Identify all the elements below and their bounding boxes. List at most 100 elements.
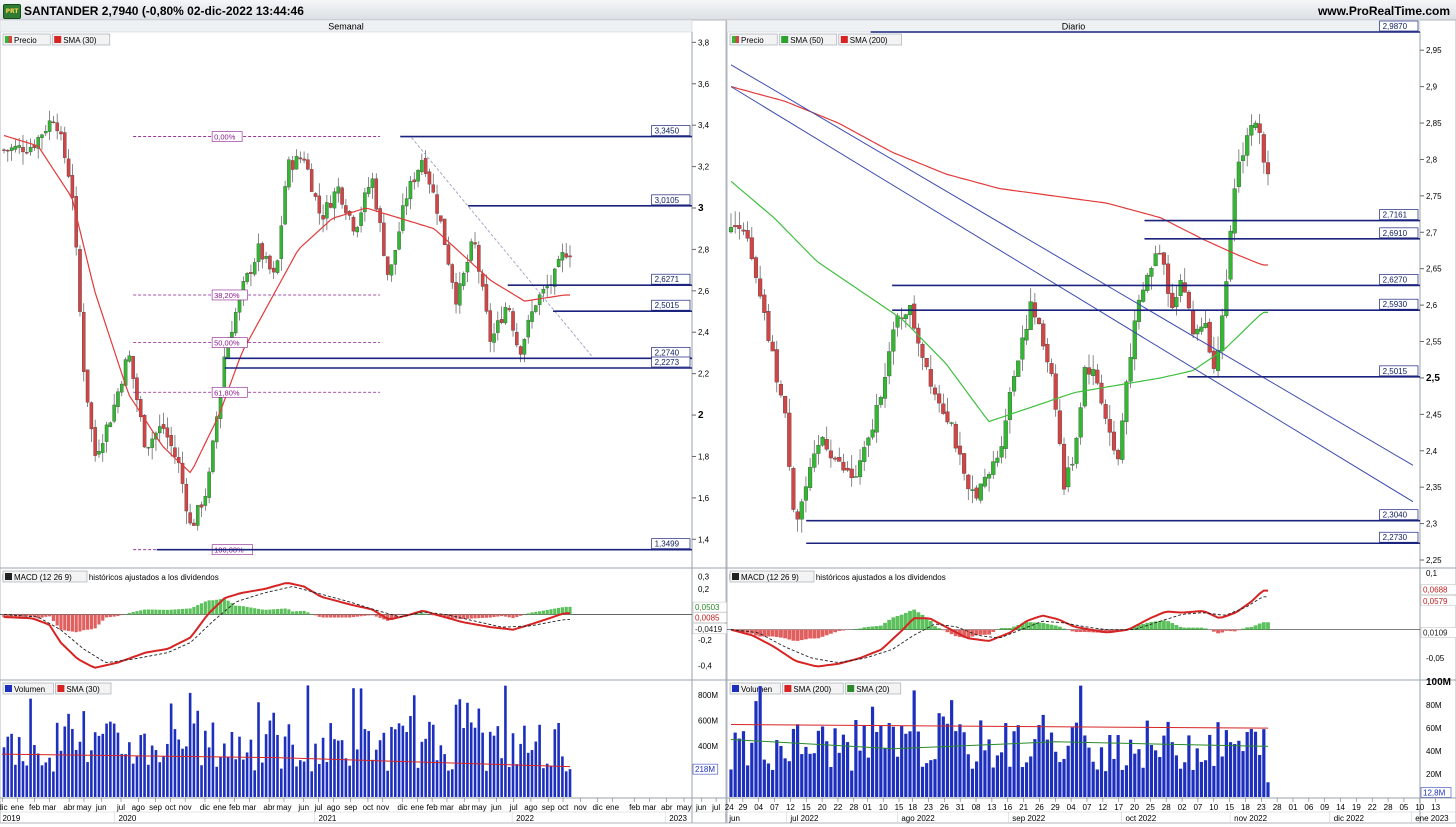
volume-bar — [526, 752, 530, 797]
macd-histogram-bar — [511, 614, 515, 619]
volume-bar — [775, 740, 779, 797]
volume-bar — [431, 724, 435, 797]
macd-histogram-bar — [310, 613, 314, 615]
volume-bar — [1083, 735, 1087, 797]
charts-canvas[interactable]: Semanal 3,8 3,6 3,4 3,2 3 2,8 2,6 2,4 2,2 2 1,8 1,6 1… — [0, 0, 1456, 827]
candle-body — [249, 272, 253, 274]
volume-bar — [397, 723, 401, 797]
volume-bar — [325, 762, 329, 797]
legend-swatch — [57, 685, 65, 692]
macd-value-label: 0,0085 — [695, 613, 720, 622]
macd-histogram-bar — [93, 614, 97, 629]
volume-bar — [1233, 743, 1237, 797]
macd-histogram-bar — [774, 629, 779, 637]
candle-body — [427, 171, 432, 185]
volume-bar — [1220, 756, 1224, 797]
candle-body — [488, 310, 492, 342]
x-tick-label: abr — [458, 803, 470, 812]
x-tick-label: 26 — [940, 803, 949, 812]
x-tick-label: 24 — [725, 803, 734, 812]
volume-bar — [1058, 762, 1062, 797]
x-tick-label: may — [76, 803, 91, 812]
candle-body — [1220, 315, 1225, 352]
volume-bar — [382, 732, 386, 797]
macd-histogram-bar — [260, 609, 264, 615]
volume-bar — [564, 771, 568, 797]
price-tick-label: 2,8 — [698, 245, 710, 254]
candle-body — [260, 243, 265, 260]
candle-body — [515, 331, 519, 346]
macd-histogram-bar — [1032, 622, 1037, 630]
candle-body — [878, 397, 883, 405]
macd-histogram-bar — [120, 614, 124, 616]
x-tick-label: ago — [524, 803, 538, 812]
macd-tick-label: -0,2 — [698, 636, 712, 645]
macd-histogram-bar — [462, 614, 466, 619]
candle-body — [845, 467, 850, 471]
candle-body — [294, 156, 299, 170]
volume-bar — [1129, 739, 1133, 797]
candle-body — [1024, 329, 1029, 341]
macd-histogram-bar — [112, 614, 116, 617]
volume-bar — [791, 728, 796, 797]
macd-histogram-bar — [344, 614, 348, 618]
candle-body — [774, 349, 779, 383]
volume-bar — [428, 721, 431, 797]
candle-body — [1157, 252, 1162, 255]
candle-body — [1240, 155, 1246, 161]
candle-body — [290, 160, 295, 170]
macd-histogram-bar — [177, 609, 181, 615]
macd-histogram-bar — [1203, 628, 1208, 630]
volume-bar — [1162, 735, 1166, 797]
candle-body — [1061, 443, 1067, 490]
macd-histogram-bar — [253, 608, 257, 615]
macd-histogram-bar — [916, 612, 921, 630]
macd-histogram-bar — [272, 609, 276, 615]
candle-body — [401, 205, 405, 231]
volume-bar — [261, 762, 264, 797]
volume-bar — [1024, 762, 1029, 797]
candle-body — [866, 437, 871, 446]
candle-body — [279, 225, 284, 259]
macd-histogram-bar — [503, 614, 508, 617]
candle-body — [184, 484, 189, 512]
x-tick-label: 09 — [1320, 803, 1329, 812]
volume-bar — [40, 765, 44, 797]
volume-bar — [374, 749, 378, 797]
candle-body — [465, 262, 470, 273]
volume-bar — [128, 742, 131, 797]
volume-bar — [538, 724, 541, 797]
volume-bar — [158, 762, 162, 797]
candle-body — [1016, 360, 1021, 377]
volume-bar — [317, 763, 321, 797]
candle-body — [949, 422, 954, 424]
candle-body — [1170, 292, 1175, 308]
macd-histogram-bar — [816, 629, 821, 639]
macd-histogram-bar — [1003, 627, 1008, 630]
x-tick-label: 31 — [956, 803, 965, 812]
volume-bar — [746, 765, 750, 797]
volume-bar — [359, 688, 363, 797]
volume-bar — [44, 762, 48, 797]
candle-body — [477, 245, 481, 272]
macd-histogram-bar — [359, 614, 363, 617]
volume-tick-label: 20M — [1426, 770, 1442, 779]
candle-body — [1128, 357, 1133, 382]
candle-body — [44, 131, 48, 134]
x-tick-label: 20 — [818, 803, 827, 812]
x-tick-label: jun — [695, 803, 707, 812]
x-tick-label: 15 — [895, 803, 904, 812]
price-tick-label: 1,6 — [698, 494, 710, 503]
candle-body — [309, 169, 314, 192]
candle-body — [1186, 291, 1191, 309]
volume-bar — [1087, 747, 1091, 797]
volume-bar — [71, 728, 74, 797]
panel-frame — [726, 19, 1456, 824]
volume-bar — [804, 746, 808, 797]
volume-bar — [1074, 722, 1079, 797]
volume-bar — [147, 764, 150, 797]
candle-body — [912, 303, 917, 329]
volume-bar — [333, 739, 336, 797]
level-label: 3,3450 — [655, 127, 680, 136]
legend-label: Precio — [14, 36, 37, 45]
